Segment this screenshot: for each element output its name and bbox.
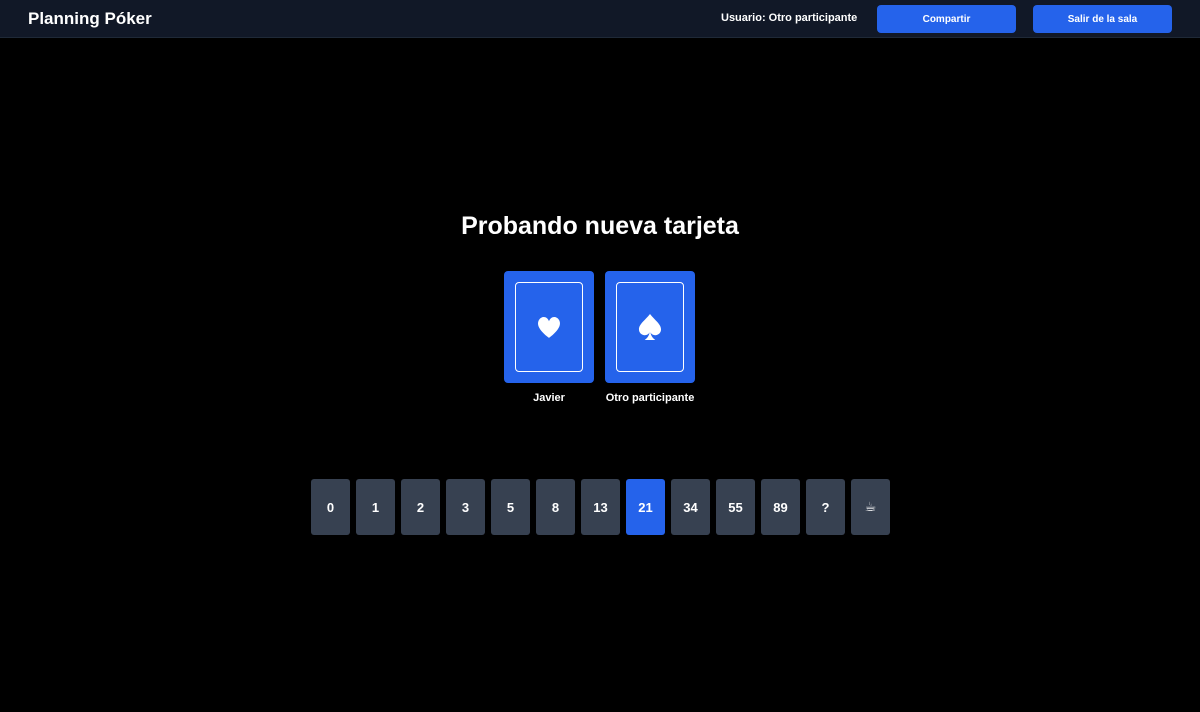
deck-card-34[interactable]: 34	[671, 479, 710, 535]
deck-card-1[interactable]: 1	[356, 479, 395, 535]
player-card-inner	[616, 282, 684, 372]
current-user-label: Usuario: Otro participante	[721, 12, 858, 24]
deck-card-unknown[interactable]: ?	[806, 479, 845, 535]
share-button[interactable]: Compartir	[877, 5, 1016, 33]
deck-card-5[interactable]: 5	[491, 479, 530, 535]
deck-card-0[interactable]: 0	[311, 479, 350, 535]
deck-card-89[interactable]: 89	[761, 479, 800, 535]
spade-icon	[638, 314, 662, 340]
player-card-inner	[515, 282, 583, 372]
app-header: Planning Póker Usuario: Otro participant…	[0, 0, 1200, 38]
app-title: Planning Póker	[28, 9, 152, 28]
deck-card-8[interactable]: 8	[536, 479, 575, 535]
player-name: Javier	[533, 392, 565, 404]
player-otro-participante: Otro participante	[605, 271, 695, 406]
deck-card-13[interactable]: 13	[581, 479, 620, 535]
leave-room-button[interactable]: Salir de la sala	[1033, 5, 1172, 33]
deck-card-55[interactable]: 55	[716, 479, 755, 535]
deck-card-2[interactable]: 2	[401, 479, 440, 535]
player-card	[605, 271, 695, 383]
estimation-deck: 0 1 2 3 5 8 13 21 34 55 89 ? ☕	[311, 479, 890, 535]
story-title: Probando nueva tarjeta	[461, 212, 739, 240]
deck-card-coffee[interactable]: ☕	[851, 479, 890, 535]
player-name: Otro participante	[605, 392, 695, 404]
deck-card-3[interactable]: 3	[446, 479, 485, 535]
heart-icon	[538, 316, 560, 338]
deck-card-21[interactable]: 21	[626, 479, 665, 535]
player-card	[504, 271, 594, 383]
player-javier: Javier	[504, 271, 594, 406]
